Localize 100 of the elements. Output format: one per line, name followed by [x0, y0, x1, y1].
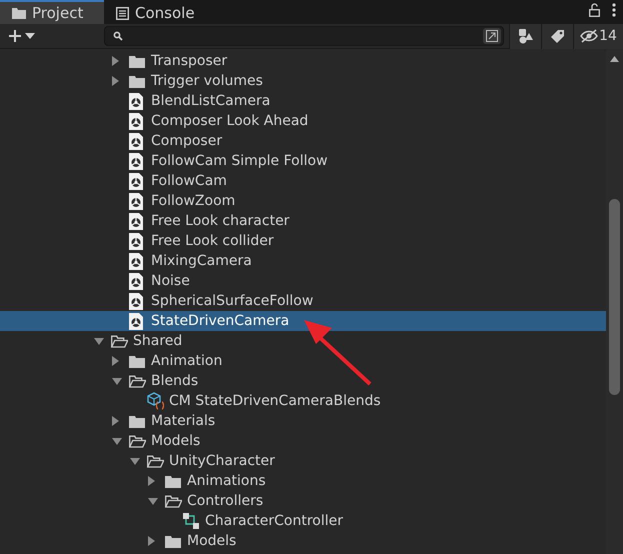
- tree-row[interactable]: Materials: [0, 411, 606, 431]
- folder-icon: [129, 54, 145, 68]
- tree-row[interactable]: Animation: [0, 351, 606, 371]
- hidden-packages-button[interactable]: 14: [573, 24, 623, 48]
- expanded-arrow-icon[interactable]: [112, 378, 122, 384]
- expanded-arrow-icon[interactable]: [130, 458, 140, 464]
- collapsed-arrow-icon[interactable]: [112, 356, 119, 366]
- collapsed-arrow-icon[interactable]: [112, 76, 119, 86]
- expanded-arrow-icon[interactable]: [112, 438, 122, 444]
- cube-script-icon: [147, 392, 165, 410]
- popout-icon: [486, 30, 498, 42]
- camera-asset-icon: [129, 312, 143, 330]
- expanded-arrow-icon[interactable]: [94, 338, 104, 344]
- item-label: MixingCamera: [150, 252, 252, 270]
- item-label: Composer: [150, 132, 222, 150]
- folder-icon: [165, 534, 181, 548]
- item-label: UnityCharacter: [168, 452, 275, 470]
- shapes-icon: [518, 28, 534, 44]
- item-label: FollowCam: [150, 172, 227, 190]
- scroll-up-icon: [610, 56, 619, 62]
- item-label: Free Look character: [150, 212, 290, 230]
- camera-asset-icon: [129, 172, 143, 190]
- tree-row[interactable]: MixingCamera: [0, 251, 606, 271]
- item-label: Animations: [186, 472, 266, 490]
- item-label: Transposer: [150, 52, 228, 70]
- item-label: CM StateDrivenCameraBlends: [168, 392, 381, 410]
- animator-controller-icon: [183, 513, 199, 529]
- search-popup-button[interactable]: [483, 28, 501, 44]
- tree-row[interactable]: CM StateDrivenCameraBlends: [0, 391, 606, 411]
- item-label: SphericalSurfaceFollow: [150, 292, 314, 310]
- collapsed-arrow-icon[interactable]: [148, 476, 155, 486]
- item-label: Animation: [150, 352, 222, 370]
- item-label: FollowCam Simple Follow: [150, 152, 328, 170]
- camera-asset-icon: [129, 92, 143, 110]
- camera-asset-icon: [129, 152, 143, 170]
- tree-row[interactable]: Composer: [0, 131, 606, 151]
- collapsed-arrow-icon[interactable]: [112, 56, 119, 66]
- item-label: Composer Look Ahead: [150, 112, 308, 130]
- tree-row[interactable]: StateDrivenCamera: [0, 311, 606, 331]
- expanded-arrow-icon[interactable]: [148, 498, 158, 504]
- tree-row[interactable]: Trigger volumes: [0, 71, 606, 91]
- camera-asset-icon: [129, 132, 143, 150]
- tag-icon: [550, 28, 565, 44]
- lock-icon[interactable]: [589, 3, 600, 17]
- tree-row[interactable]: BlendListCamera: [0, 91, 606, 111]
- folder-icon: [129, 414, 145, 428]
- camera-asset-icon: [129, 232, 143, 250]
- hidden-eye-icon: [580, 29, 598, 43]
- tree-row[interactable]: FollowZoom: [0, 191, 606, 211]
- camera-asset-icon: [129, 292, 143, 310]
- tree-row[interactable]: CharacterController: [0, 511, 606, 531]
- tree-row[interactable]: Models: [0, 531, 606, 551]
- tree-row[interactable]: Free Look collider: [0, 231, 606, 251]
- folder-icon: [129, 74, 145, 88]
- folder-icon: [129, 354, 145, 368]
- item-label: Models: [150, 432, 200, 450]
- item-label: CharacterController: [204, 512, 343, 530]
- item-label: Free Look collider: [150, 232, 274, 250]
- tree-row[interactable]: Shared: [0, 331, 606, 351]
- filter-by-type-button[interactable]: [509, 24, 541, 48]
- camera-asset-icon: [129, 112, 143, 130]
- open-folder-icon: [129, 374, 146, 388]
- tree-row[interactable]: FollowCam Simple Follow: [0, 151, 606, 171]
- camera-asset-icon: [129, 192, 143, 210]
- more-options-icon[interactable]: [612, 3, 616, 17]
- tree-row[interactable]: UnityCharacter: [0, 451, 606, 471]
- tree-row[interactable]: SphericalSurfaceFollow: [0, 291, 606, 311]
- filter-by-label-button[interactable]: [541, 24, 573, 48]
- tree-row[interactable]: Blends: [0, 371, 606, 391]
- open-folder-icon: [147, 454, 164, 468]
- folder-icon: [165, 474, 181, 488]
- folder-icon: [12, 7, 26, 19]
- console-icon: [116, 6, 129, 20]
- tree-row[interactable]: Controllers: [0, 491, 606, 511]
- collapsed-arrow-icon[interactable]: [148, 536, 155, 546]
- item-label: Shared: [132, 332, 182, 350]
- open-folder-icon: [165, 494, 182, 508]
- panel-tab[interactable]: Project: [0, 0, 104, 24]
- plus-icon: [8, 29, 22, 43]
- tree-row[interactable]: FollowCam: [0, 171, 606, 191]
- item-label: Noise: [150, 272, 190, 290]
- open-folder-icon: [129, 434, 146, 448]
- item-label: Materials: [150, 412, 216, 430]
- collapsed-arrow-icon[interactable]: [112, 416, 119, 426]
- search-field[interactable]: [104, 26, 504, 46]
- annotation-arrow: [302, 318, 372, 386]
- tree-row[interactable]: Noise: [0, 271, 606, 291]
- item-label: FollowZoom: [150, 192, 236, 210]
- tree-row[interactable]: Composer Look Ahead: [0, 111, 606, 131]
- tree-row[interactable]: Free Look character: [0, 211, 606, 231]
- tree-row[interactable]: Models: [0, 431, 606, 451]
- camera-asset-icon: [129, 252, 143, 270]
- open-folder-icon: [111, 334, 128, 348]
- camera-asset-icon: [129, 212, 143, 230]
- item-label: Controllers: [186, 492, 264, 510]
- tree-row[interactable]: Transposer: [0, 51, 606, 71]
- search-icon: [113, 31, 123, 41]
- caret-icon: [25, 33, 35, 39]
- tree-row[interactable]: Animations: [0, 471, 606, 491]
- item-label: Blends: [150, 372, 198, 390]
